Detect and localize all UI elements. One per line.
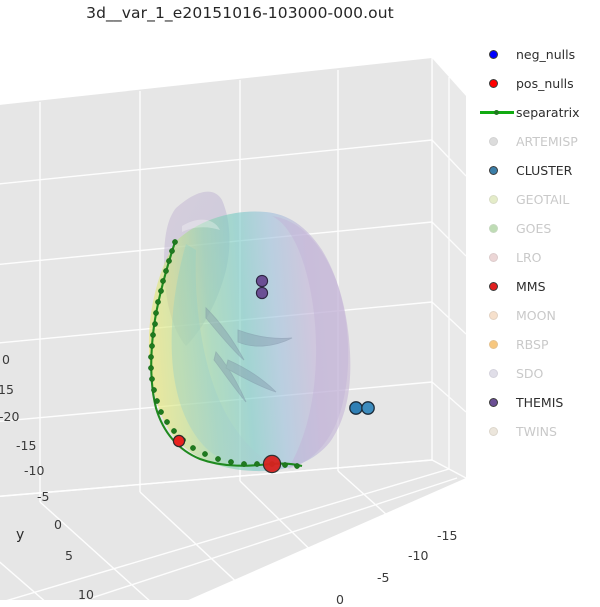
legend-swatch-circle-icon bbox=[480, 336, 516, 354]
legend-item-label: MMS bbox=[516, 279, 546, 294]
y-tick-label: -15 bbox=[16, 438, 37, 453]
legend-item-goes[interactable]: GOES bbox=[480, 214, 600, 243]
legend-swatch-circle-icon bbox=[480, 75, 516, 93]
legend-item-label: GOES bbox=[516, 221, 552, 236]
x-tick-label: -15 bbox=[437, 528, 458, 543]
axes-3d-svg bbox=[0, 58, 467, 600]
legend-swatch-circle-icon bbox=[480, 133, 516, 151]
legend-item-rbsp[interactable]: RBSP bbox=[480, 330, 600, 359]
legend-item-themis[interactable]: THEMIS bbox=[480, 388, 600, 417]
legend-swatch-circle-icon bbox=[480, 278, 516, 296]
legend-item-moon[interactable]: MOON bbox=[480, 301, 600, 330]
legend-swatch-circle-icon bbox=[480, 46, 516, 64]
figure-canvas: 3d__var_1_e20151016-103000-000.out 0 15 … bbox=[0, 0, 600, 607]
marker-mms-group[interactable] bbox=[172, 434, 186, 448]
y-tick-label: -5 bbox=[37, 489, 50, 504]
z-tick-label: 15 bbox=[0, 382, 14, 397]
legend-item-pos-nulls[interactable]: pos_nulls bbox=[480, 69, 600, 98]
x-tick-label: -10 bbox=[408, 548, 429, 563]
legend-item-label: MOON bbox=[516, 308, 556, 323]
y-tick-label: 0 bbox=[54, 517, 62, 532]
y-tick-label: 5 bbox=[65, 548, 73, 563]
legend-item-geotail[interactable]: GEOTAIL bbox=[480, 185, 600, 214]
legend-item-separatrix[interactable]: separatrix bbox=[480, 98, 600, 127]
legend-swatch-circle-icon bbox=[480, 162, 516, 180]
z-tick-label: -20 bbox=[0, 409, 20, 424]
legend-swatch-circle-icon bbox=[480, 249, 516, 267]
legend-item-label: THEMIS bbox=[516, 395, 564, 410]
legend-swatch-circle-icon bbox=[480, 191, 516, 209]
legend-item-label: SDO bbox=[516, 366, 544, 381]
legend-item-label: RBSP bbox=[516, 337, 549, 352]
legend-item-label: pos_nulls bbox=[516, 76, 574, 91]
y-axis-title: y bbox=[16, 527, 25, 543]
legend-item-label: neg_nulls bbox=[516, 47, 576, 62]
legend-item-label: ARTEMISP bbox=[516, 134, 578, 149]
legend-swatch-line-icon bbox=[480, 104, 516, 122]
legend[interactable]: neg_nulls pos_nulls separatrix ARTEMISP bbox=[480, 40, 600, 446]
legend-swatch-circle-icon bbox=[480, 394, 516, 412]
legend-swatch-circle-icon bbox=[480, 307, 516, 325]
legend-swatch-circle-icon bbox=[480, 423, 516, 441]
legend-item-twins[interactable]: TWINS bbox=[480, 417, 600, 446]
z-tick-label: 0 bbox=[2, 352, 10, 367]
legend-item-label: GEOTAIL bbox=[516, 192, 570, 207]
legend-item-label: CLUSTER bbox=[516, 163, 573, 178]
legend-item-cluster[interactable]: CLUSTER bbox=[480, 156, 600, 185]
legend-swatch-circle-icon bbox=[480, 365, 516, 383]
legend-item-lro[interactable]: LRO bbox=[480, 243, 600, 272]
legend-item-label: separatrix bbox=[516, 105, 580, 120]
legend-item-label: LRO bbox=[516, 250, 542, 265]
marker-pos-null-group[interactable] bbox=[262, 454, 282, 474]
legend-item-artemisp[interactable]: ARTEMISP bbox=[480, 127, 600, 156]
legend-item-mms[interactable]: MMS bbox=[480, 272, 600, 301]
y-tick-label: -10 bbox=[24, 463, 45, 478]
legend-item-sdo[interactable]: SDO bbox=[480, 359, 600, 388]
legend-swatch-circle-icon bbox=[480, 220, 516, 238]
x-tick-label: -5 bbox=[377, 570, 390, 585]
legend-item-label: TWINS bbox=[516, 424, 557, 439]
page-title: 3d__var_1_e20151016-103000-000.out bbox=[86, 4, 394, 22]
legend-item-neg-nulls[interactable]: neg_nulls bbox=[480, 40, 600, 69]
axes-3d[interactable]: 0 15 -20 -15 -10 -5 0 5 10 -15 -10 -5 0 … bbox=[0, 30, 480, 607]
